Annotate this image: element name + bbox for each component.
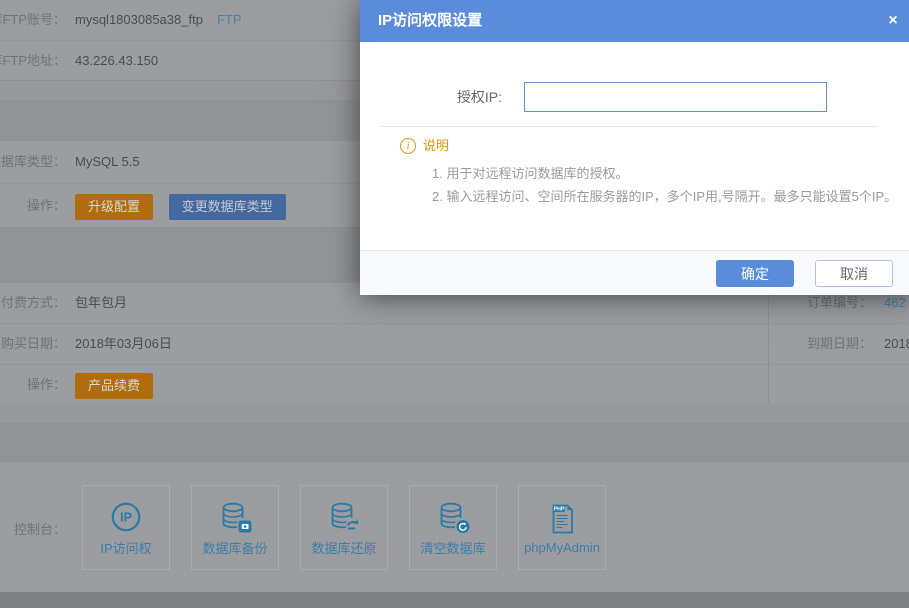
table-row: 购买日期： 2018年03月06日 到期日期： 2018 <box>0 323 909 364</box>
purchase-date-value: 2018年03月06日 <box>75 324 172 364</box>
table-row: 操作： 产品续费 <box>0 364 909 405</box>
card-label: 清空数据库 <box>420 538 485 557</box>
card-ip-access[interactable]: IP IP访问权 <box>82 485 170 570</box>
dialog-header: IP访问权限设置 × <box>360 0 909 42</box>
console-cards: IP IP访问权 数据库备份 <box>82 485 606 570</box>
card-database-restore[interactable]: 数据库还原 <box>300 485 388 570</box>
card-database-clear[interactable]: 清空数据库 <box>409 485 497 570</box>
billing-actions-label: 操作： <box>27 365 66 405</box>
card-label: 数据库备份 <box>202 538 267 557</box>
divider <box>380 126 878 127</box>
cancel-button[interactable]: 取消 <box>815 260 893 287</box>
page-bottom-strip <box>0 592 909 608</box>
db-type-label: 数据库类型： <box>0 141 66 183</box>
card-label: IP访问权 <box>100 538 151 557</box>
phpmyadmin-icon: PHP <box>544 501 580 537</box>
upgrade-config-button[interactable]: 升级配置 <box>75 194 153 220</box>
database-restore-icon <box>326 499 362 535</box>
database-clear-icon <box>435 499 471 535</box>
payment-method-value: 包年包月 <box>75 283 127 323</box>
close-icon[interactable]: × <box>876 0 909 42</box>
authorized-ip-label: 授权IP: <box>457 82 502 112</box>
section-gap <box>0 424 909 462</box>
expire-date-label: 到期日期： <box>807 324 872 364</box>
db-type-value: MySQL 5.5 <box>75 141 140 183</box>
section-billing-footer-strip <box>0 403 909 424</box>
renew-product-button[interactable]: 产品续费 <box>75 373 153 399</box>
expire-date-value: 2018 <box>884 324 909 364</box>
database-backup-icon <box>217 499 253 535</box>
billing-actions: 产品续费 <box>75 365 165 405</box>
ip-circle-icon: IP <box>108 499 144 535</box>
ftp-account-label: 库FTP账号： <box>0 0 66 40</box>
note-item: 1. 用于对远程访问数据库的授权。 <box>432 163 628 182</box>
ftp-address-label: 库FTP地址： <box>0 41 66 81</box>
change-db-type-button[interactable]: 变更数据库类型 <box>169 194 286 220</box>
card-label: 数据库还原 <box>311 538 376 557</box>
ftp-account-value: mysql1803085a38_ftpFTP <box>75 0 242 40</box>
db-actions-label: 操作： <box>27 184 66 228</box>
info-icon: i <box>400 138 416 154</box>
db-actions: 升级配置 变更数据库类型 <box>75 184 298 228</box>
section-billing-info: 付费方式： 包年包月 订单编号： 462 购买日期： 2018年03月06日 到… <box>0 283 909 403</box>
ftp-link[interactable]: FTP <box>217 12 242 27</box>
note-item: 2. 输入远程访问、空间所在服务器的IP，多个IP用,号隔开。最多只能设置5个I… <box>432 186 897 205</box>
section-console: 控制台： IP IP访问权 <box>0 462 909 592</box>
svg-text:IP: IP <box>120 510 132 524</box>
dialog-footer: 确定 取消 <box>360 250 909 295</box>
purchase-date-label: 购买日期： <box>1 324 66 364</box>
svg-text:PHP: PHP <box>554 506 565 512</box>
ip-access-permission-dialog: IP访问权限设置 × 授权IP: i 说明 1. 用于对远程访问数据库的授权。 … <box>360 0 909 295</box>
ftp-address-value: 43.226.43.150 <box>75 41 158 81</box>
note-title: 说明 <box>423 138 449 154</box>
card-database-backup[interactable]: 数据库备份 <box>191 485 279 570</box>
console-label: 控制台： <box>14 519 66 538</box>
card-label: phpMyAdmin <box>524 540 600 555</box>
card-phpmyadmin[interactable]: PHP phpMyAdmin <box>518 485 606 570</box>
confirm-button[interactable]: 确定 <box>716 260 794 287</box>
authorized-ip-input[interactable] <box>524 82 827 112</box>
dialog-title: IP访问权限设置 <box>360 0 909 42</box>
payment-method-label: 付费方式： <box>1 283 66 323</box>
